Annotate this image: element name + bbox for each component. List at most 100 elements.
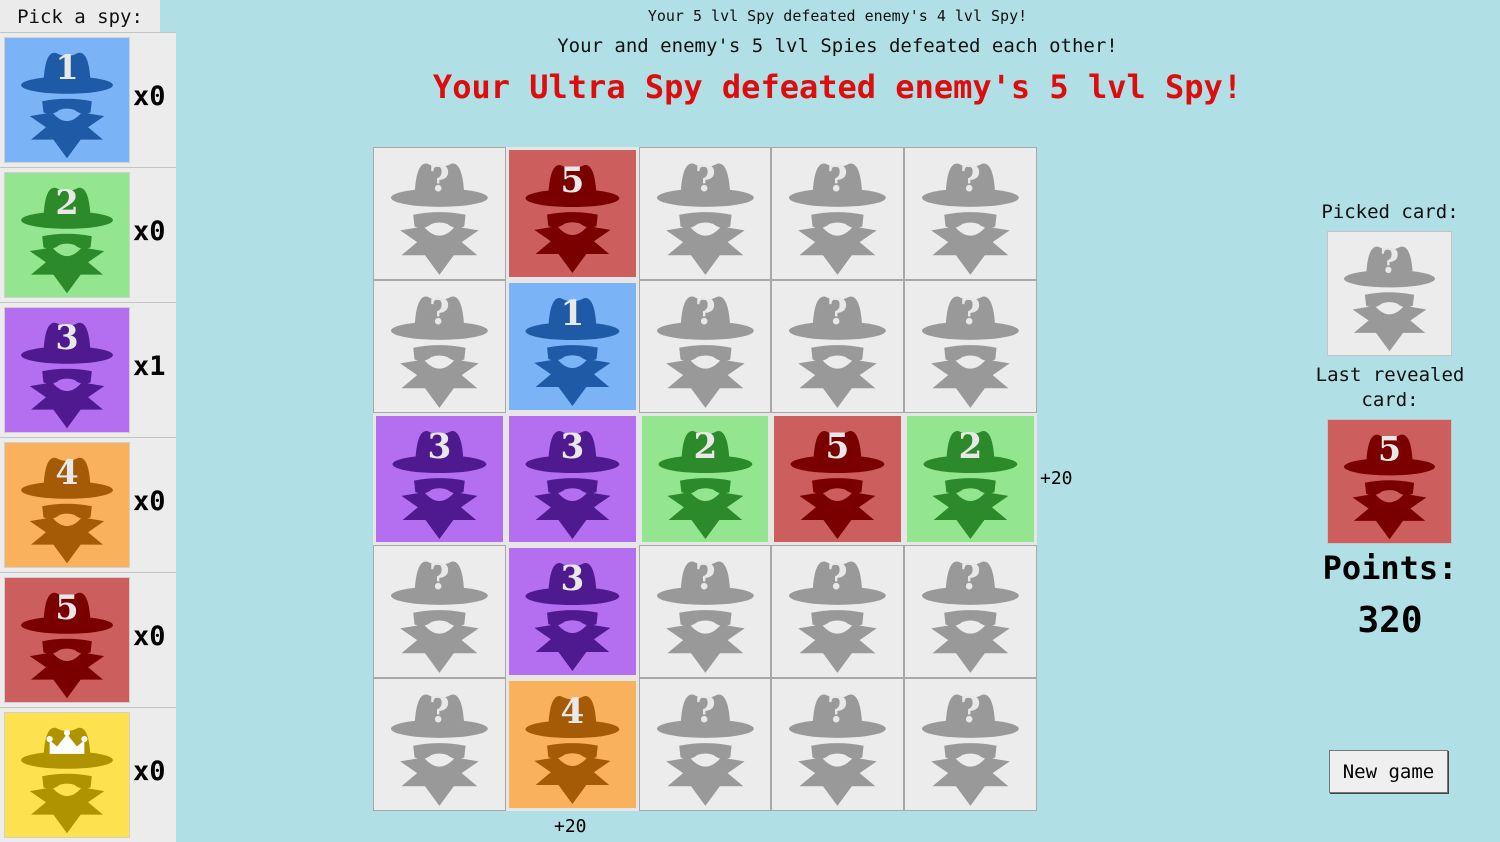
hidden-card[interactable]: ?	[373, 279, 506, 413]
svg-text:1: 1	[55, 48, 78, 87]
row-bonus-label: +20	[1040, 468, 1073, 489]
spy-slot-3: 3 x1	[0, 302, 176, 437]
spy-silhouette-icon: 5	[790, 426, 885, 539]
battle-message-2: Your and enemy's 5 lvl Spies defeated ea…	[557, 35, 1118, 57]
spy-silhouette-icon: ?	[922, 690, 1019, 807]
revealed-card-3[interactable]: 3	[505, 545, 639, 679]
svg-text:?: ?	[960, 558, 981, 599]
svg-text:?: ?	[429, 558, 450, 599]
spy-silhouette-icon: 1	[525, 294, 620, 406]
spy-silhouette-icon: ?	[391, 558, 488, 674]
picked-card-label: Picked card:	[1321, 201, 1459, 223]
spy-silhouette-icon: 5	[1343, 430, 1436, 540]
spy-slot-4: 4 x0	[0, 437, 176, 572]
picked-card: ?	[1327, 231, 1452, 356]
spy-silhouette-icon: ?	[789, 690, 887, 807]
spy-count: x0	[133, 81, 166, 112]
spy-count: x0	[133, 621, 166, 652]
spy-silhouette-icon: ?	[656, 159, 754, 275]
revealed-card-5[interactable]: 5	[505, 147, 639, 280]
spy-silhouette-icon: ?	[922, 159, 1019, 275]
hidden-card[interactable]: ?	[771, 545, 905, 679]
spy-count: x1	[133, 351, 166, 382]
spy-level-3-button[interactable]: 3	[4, 307, 130, 433]
svg-text:2: 2	[693, 426, 717, 466]
spy-picker-title: Pick a spy:	[0, 0, 160, 32]
revealed-card-3[interactable]: 3	[505, 412, 639, 546]
last-revealed-label: Last revealed card:	[1315, 364, 1465, 411]
spy-silhouette-icon: 3	[392, 426, 487, 539]
points-label: Points:	[1322, 549, 1458, 587]
spy-slot-2: 2 x0	[0, 167, 176, 302]
svg-text:?: ?	[827, 159, 848, 200]
svg-text:5: 5	[560, 161, 584, 201]
hidden-card[interactable]: ?	[373, 147, 506, 280]
svg-text:1: 1	[560, 294, 584, 334]
svg-text:?: ?	[827, 558, 848, 599]
hidden-card[interactable]: ?	[771, 678, 905, 811]
hidden-card[interactable]: ?	[638, 545, 772, 679]
svg-text:4: 4	[55, 453, 78, 492]
revealed-card-4[interactable]: 4	[505, 678, 639, 811]
revealed-card-2[interactable]: 2	[904, 412, 1037, 546]
new-game-button[interactable]: New game	[1329, 750, 1448, 793]
hidden-card[interactable]: ?	[904, 279, 1037, 413]
hidden-card[interactable]: ?	[373, 545, 506, 679]
spy-slot-1: 1 x0	[0, 32, 176, 167]
hidden-card[interactable]: ?	[638, 279, 772, 413]
revealed-card-5[interactable]: 5	[771, 412, 905, 546]
svg-text:2: 2	[55, 183, 78, 222]
spy-silhouette-icon: ?	[656, 690, 754, 807]
spy-silhouette-icon: ?	[789, 159, 887, 275]
spy-level-5-button[interactable]: 5	[4, 577, 130, 703]
svg-text:?: ?	[827, 292, 848, 333]
spy-count: x0	[133, 486, 166, 517]
svg-text:?: ?	[960, 292, 981, 333]
spy-silhouette-icon: ?	[922, 558, 1019, 674]
spy-level-4-button[interactable]: 4	[4, 442, 130, 568]
spy-silhouette-icon: ?	[391, 690, 488, 807]
svg-text:4: 4	[560, 692, 584, 732]
column-bonus-label: +20	[554, 816, 587, 837]
spy-silhouette-icon: 5	[525, 161, 620, 273]
spy-level-1-button[interactable]: 1	[4, 37, 130, 163]
spy-silhouette-icon: 2	[923, 426, 1018, 539]
svg-text:?: ?	[695, 292, 716, 333]
svg-text:?: ?	[695, 159, 716, 200]
spy-silhouette-icon: 3	[525, 426, 620, 539]
hidden-card[interactable]: ?	[638, 147, 772, 280]
hidden-card[interactable]: ?	[904, 678, 1037, 811]
ultra-spy-button[interactable]	[4, 712, 130, 838]
spy-silhouette-icon: ?	[1343, 242, 1436, 352]
revealed-card-3[interactable]: 3	[373, 412, 506, 546]
svg-text:5: 5	[1378, 430, 1401, 469]
svg-text:3: 3	[55, 318, 78, 357]
spy-silhouette-icon: ?	[922, 292, 1019, 408]
svg-text:3: 3	[560, 559, 584, 599]
spy-silhouette-icon: 4	[525, 692, 620, 805]
spy-silhouette-icon: ?	[789, 292, 887, 408]
spy-slot-5: 5 x0	[0, 572, 176, 707]
revealed-card-2[interactable]: 2	[638, 412, 772, 546]
last-revealed-card: 5	[1327, 419, 1452, 544]
hidden-card[interactable]: ?	[771, 279, 905, 413]
spy-silhouette-icon: 1	[21, 48, 113, 159]
spy-count: x0	[133, 756, 166, 787]
hidden-card[interactable]: ?	[638, 678, 772, 811]
hidden-card[interactable]: ?	[771, 147, 905, 280]
revealed-card-1[interactable]: 1	[505, 279, 639, 413]
hidden-card[interactable]: ?	[373, 678, 506, 811]
hidden-card[interactable]: ?	[904, 545, 1037, 679]
svg-text:5: 5	[826, 426, 850, 466]
svg-text:?: ?	[1380, 242, 1399, 281]
svg-text:?: ?	[827, 690, 848, 731]
battle-message-3: Your Ultra Spy defeated enemy's 5 lvl Sp…	[432, 68, 1243, 106]
svg-text:3: 3	[560, 426, 584, 466]
spy-level-2-button[interactable]: 2	[4, 172, 130, 298]
spy-picker-sidebar: Pick a spy: 1 x0 2 x0 3 x1 4 x0 5 x0 x0	[0, 0, 176, 842]
svg-text:?: ?	[960, 159, 981, 200]
game-board: ? 5???? 1??? 3 3 2 5 2? 3???? 4???	[373, 147, 1037, 811]
spy-silhouette-icon: 3	[21, 318, 113, 429]
points-value: 320	[1357, 600, 1423, 641]
hidden-card[interactable]: ?	[904, 147, 1037, 280]
